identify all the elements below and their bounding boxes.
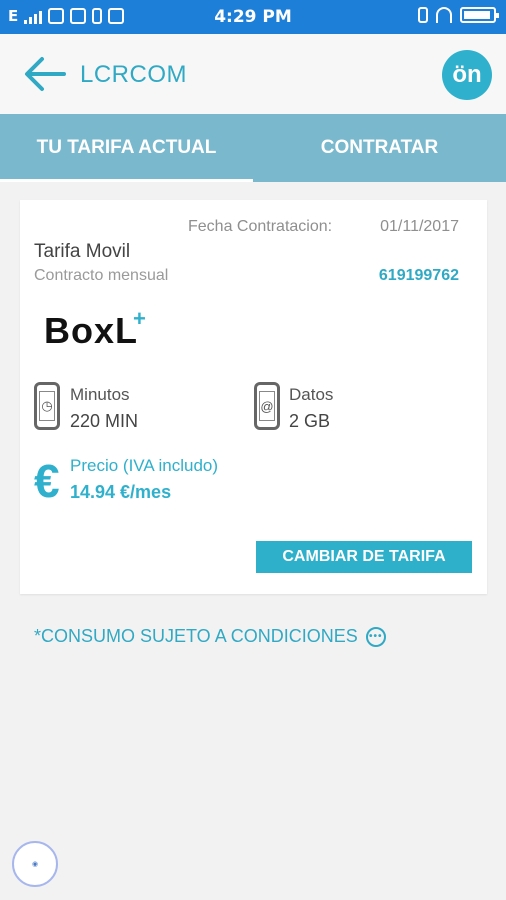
status-bar: E 4:29 PM bbox=[0, 0, 506, 34]
minutes-phone-icon: ◷ bbox=[34, 382, 60, 430]
data-phone-icon: @ bbox=[254, 382, 280, 430]
at-icon: @ bbox=[259, 391, 275, 421]
tab-tu-tarifa-actual[interactable]: TU TARIFA ACTUAL bbox=[0, 114, 253, 182]
fecha-value: 01/11/2017 bbox=[380, 218, 459, 235]
phone-number: 619199762 bbox=[378, 267, 459, 284]
tab-bar: TU TARIFA ACTUAL CONTRATAR bbox=[0, 114, 506, 182]
price-label: Precio (IVA includo) bbox=[70, 456, 219, 475]
app-bar: LCRCOM ön bbox=[0, 34, 506, 114]
status-right bbox=[418, 7, 499, 23]
price-value: 14.94 €/mes bbox=[70, 482, 172, 502]
minutes-value: 220 MIN bbox=[70, 411, 139, 431]
plan-plus: + bbox=[133, 306, 146, 331]
wifi-icon bbox=[436, 7, 452, 23]
tab-contratar[interactable]: CONTRATAR bbox=[253, 114, 506, 182]
active-tab-indicator bbox=[0, 179, 253, 182]
contract-label: Contracto mensual bbox=[34, 267, 169, 284]
euro-icon: € bbox=[34, 455, 60, 507]
bubble-logo-icon: ◉ bbox=[31, 861, 39, 868]
minutes-label: Minutos bbox=[70, 385, 130, 404]
conditions-link[interactable]: *CONSUMO SUJETO A CONDICIONES ••• bbox=[34, 626, 386, 647]
battery-icon bbox=[460, 7, 499, 23]
fecha-label: Fecha Contratacion: bbox=[188, 218, 333, 235]
tarifa-card: Fecha Contratacion: 01/11/2017 Tarifa Mo… bbox=[20, 200, 487, 594]
back-arrow-icon[interactable] bbox=[22, 55, 66, 93]
conditions-text: *CONSUMO SUJETO A CONDICIONES bbox=[34, 626, 358, 646]
data-label: Datos bbox=[289, 385, 334, 404]
plan-logo: BoxL bbox=[44, 310, 138, 351]
floating-chat-bubble[interactable]: ◉ bbox=[12, 841, 58, 887]
app-title: LCRCOM bbox=[80, 61, 188, 88]
vibrate-icon bbox=[418, 7, 428, 23]
tarifa-title: Tarifa Movil bbox=[34, 241, 131, 262]
cambiar-tarifa-button[interactable]: CAMBIAR DE TARIFA bbox=[256, 541, 472, 573]
clock-icon: ◷ bbox=[39, 391, 55, 421]
data-value: 2 GB bbox=[289, 411, 331, 431]
brand-logo[interactable]: ön bbox=[442, 50, 492, 100]
more-icon[interactable]: ••• bbox=[365, 626, 386, 647]
